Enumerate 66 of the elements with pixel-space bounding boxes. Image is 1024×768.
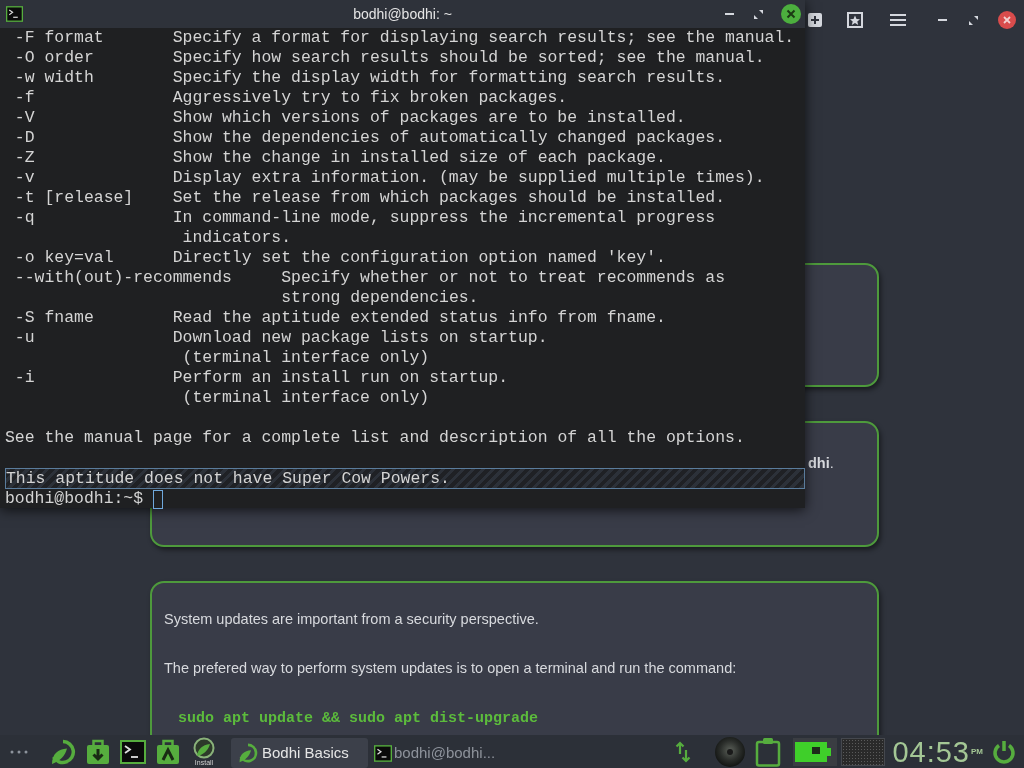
- option-description: Show the change in installed size of each package.: [172, 148, 666, 168]
- option-name-text: --with(out)-recommends: [14, 268, 232, 288]
- option-description: strong dependencies.: [281, 288, 479, 308]
- option-description: Specify whether or not to treat recommends as: [281, 268, 726, 288]
- option-description: Directly set the configuration option named 'key'.: [172, 248, 666, 268]
- option-name-text: -f: [14, 88, 35, 108]
- option-name-text: -t [release]: [14, 188, 134, 208]
- option-name-text: -u: [14, 328, 35, 348]
- option-description: Read the aptitude extended status info from fname.: [172, 308, 666, 328]
- window-title: bodhi@bodhi: ~: [353, 4, 452, 24]
- option-description: Set the release from which packages should be installed.: [172, 188, 726, 208]
- option-description: Show the dependencies of automatically changed packages.: [172, 128, 726, 148]
- option-name-text: -V: [14, 108, 35, 128]
- bag-download-icon[interactable]: [86, 738, 110, 765]
- restore-icon[interactable]: [754, 9, 763, 19]
- command-text: sudo apt update && sudo apt dist-upgrade: [178, 709, 539, 729]
- bag-arrow-icon[interactable]: [156, 738, 180, 765]
- close-icon[interactable]: [781, 4, 801, 24]
- terminal-icon: [374, 744, 392, 762]
- shell-prompt: bodhi@bodhi:~$: [5, 489, 144, 509]
- option-description: Download new package lists on startup.: [172, 328, 548, 348]
- bookmark-star-icon[interactable]: [847, 12, 863, 28]
- option-name-text: -q: [14, 208, 35, 228]
- option-name-text: -S fname: [14, 308, 94, 328]
- option-description: Specify how search results should be sorted; see the manual.: [172, 48, 765, 68]
- clipboard-icon[interactable]: [755, 736, 782, 767]
- card-paragraph: The prefered way to perform system updates is to open a terminal and run the command:: [164, 659, 737, 678]
- option-description: Aggressively try to fix broken packages.: [172, 88, 568, 108]
- terminal-text: See the manual page for a complete list and description of all the options.: [5, 428, 745, 448]
- taskbar-task[interactable]: bodhi@bodhi...: [368, 738, 508, 768]
- more-icon[interactable]: [10, 749, 28, 754]
- option-name-text: -w width: [14, 68, 94, 88]
- option-description: In command-line mode, suppress the incremental progress: [172, 208, 716, 228]
- option-description: Perform an install run on startup.: [172, 368, 509, 388]
- option-description: Display extra information. (may be supplied multiple times).: [172, 168, 765, 188]
- taskbar-task[interactable]: Bodhi Basics: [231, 738, 368, 768]
- transfer-arrows-icon[interactable]: [675, 740, 692, 763]
- option-name-text: -O order: [14, 48, 94, 68]
- power-icon[interactable]: [992, 739, 1016, 764]
- card-paragraph: System updates are important from a security perspective.: [164, 610, 539, 629]
- option-name-text: -F format: [14, 28, 104, 48]
- terminal-icon[interactable]: [120, 739, 146, 764]
- add-tab-icon[interactable]: [807, 12, 823, 28]
- leaf-circle-icon: [192, 737, 216, 759]
- menu-icon[interactable]: [890, 14, 906, 26]
- option-description: Specify a format for displaying search results; see the manual.: [172, 28, 795, 48]
- option-description: indicators.: [182, 228, 292, 248]
- option-name-text: -Z: [14, 148, 35, 168]
- restore-icon[interactable]: [969, 15, 978, 25]
- option-description: (terminal interface only): [182, 388, 430, 408]
- leaf-ring-icon[interactable]: [50, 738, 76, 765]
- clock-time: 04:53: [892, 736, 970, 767]
- option-name-text: -D: [14, 128, 35, 148]
- option-description: Show which versions of packages are to be installed.: [172, 108, 686, 128]
- close-icon[interactable]: [998, 11, 1016, 29]
- battery-icon[interactable]: [793, 737, 838, 766]
- option-name-text: -v: [14, 168, 35, 188]
- option-name-text: -i: [14, 368, 35, 388]
- option-description: (terminal interface only): [182, 348, 430, 368]
- option-description: Specify the display width for formatting search results.: [172, 68, 726, 88]
- clock-period: PM: [971, 747, 983, 756]
- terminal-icon: [6, 6, 23, 22]
- leaf-ring-icon: [238, 743, 258, 763]
- card-text: dhi.: [808, 455, 834, 471]
- text-cursor: [152, 489, 163, 509]
- option-name-text: -o key=val: [14, 248, 114, 268]
